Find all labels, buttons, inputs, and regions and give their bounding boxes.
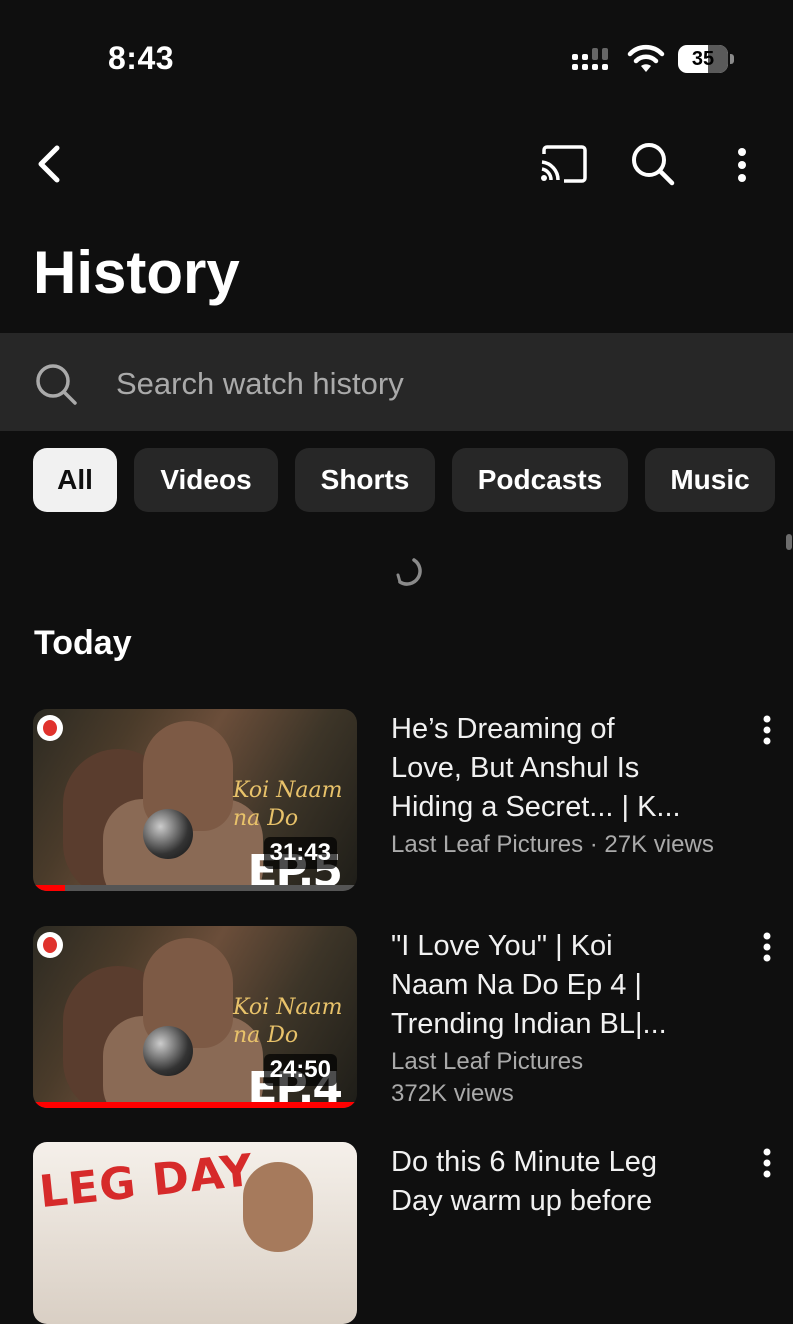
cast-icon — [541, 145, 587, 183]
back-button[interactable] — [28, 140, 72, 188]
kebab-menu-icon — [763, 715, 771, 745]
thumbnail-text: LEG DAY — [36, 1144, 256, 1219]
channel-logo-icon — [37, 715, 63, 741]
duration-badge: 31:43 — [263, 837, 337, 869]
video-meta: Last Leaf Pictures · 27K views — [391, 831, 714, 858]
video-thumbnail[interactable]: Koi Naam na Do EP.5 31:43 — [33, 709, 357, 891]
kebab-menu-icon — [763, 1148, 771, 1178]
battery-icon: 35 — [678, 45, 734, 73]
video-thumbnail[interactable]: LEG DAY — [33, 1142, 357, 1324]
chip-videos[interactable]: Videos — [134, 448, 278, 512]
video-title[interactable]: He’s Dreaming of Love, But Anshul Is Hid… — [391, 710, 751, 827]
watch-progress-bar — [33, 885, 66, 891]
chip-all[interactable]: All — [33, 448, 117, 512]
cast-button[interactable] — [536, 140, 590, 188]
video-meta: Last Leaf Pictures 372K views — [391, 1048, 584, 1107]
watch-progress-track — [33, 885, 357, 891]
video-thumbnail[interactable]: Koi Naam na Do EP.4 24:50 — [33, 926, 357, 1108]
thumbnail-script-text: Koi Naam na Do — [233, 995, 343, 1048]
search-icon — [632, 143, 675, 186]
watch-progress-bar — [33, 1102, 357, 1108]
status-time: 8:43 — [108, 40, 175, 76]
video-options-button[interactable] — [752, 710, 782, 750]
kebab-menu-icon — [738, 148, 746, 182]
scrollbar-thumb[interactable] — [786, 534, 792, 550]
chip-shorts[interactable]: Shorts — [295, 448, 435, 512]
search-icon — [36, 364, 77, 405]
channel-logo-icon — [37, 932, 63, 958]
cellular-signal-icon — [572, 48, 608, 70]
chevron-left-icon — [38, 145, 60, 183]
history-search-bar[interactable] — [0, 333, 793, 431]
chip-music[interactable]: Music — [645, 448, 775, 512]
section-header-today: Today — [34, 624, 132, 662]
chip-podcasts[interactable]: Podcasts — [452, 448, 628, 512]
video-options-button[interactable] — [752, 927, 782, 967]
wifi-icon — [627, 44, 665, 72]
page-title: History — [33, 239, 240, 306]
loading-spinner-icon — [396, 558, 422, 586]
search-history-input[interactable] — [114, 357, 718, 411]
more-options-button[interactable] — [722, 140, 762, 190]
video-title[interactable]: "I Love You" | Koi Naam Na Do Ep 4 | Tre… — [391, 927, 751, 1044]
duration-badge: 24:50 — [263, 1054, 337, 1086]
search-button[interactable] — [626, 138, 680, 190]
video-options-button[interactable] — [752, 1143, 782, 1183]
video-title[interactable]: Do this 6 Minute Leg Day warm up before — [391, 1143, 751, 1221]
kebab-menu-icon — [763, 932, 771, 962]
thumbnail-script-text: Koi Naam na Do — [233, 778, 343, 831]
battery-level: 35 — [691, 47, 715, 70]
